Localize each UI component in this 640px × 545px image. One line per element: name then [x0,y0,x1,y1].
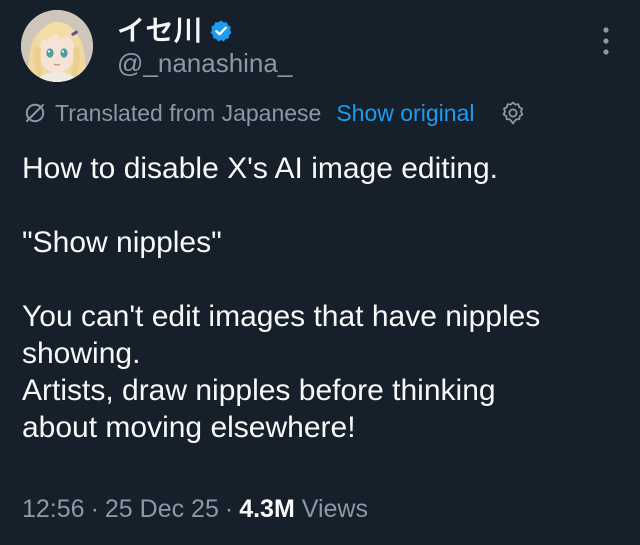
tweet-line: Artists, draw nipples before thinking ab… [22,374,496,444]
translate-icon [24,102,46,124]
verified-badge-icon [209,19,233,43]
views-label: Views [301,495,368,523]
author-handle[interactable]: @_nanashina_ [117,46,292,80]
tweet-card: イセ川 @_nanashina_ Translated from Japanes… [0,0,640,545]
tweet-line: "Show nipples" [22,226,222,259]
translation-bar: Translated from Japanese Show original [24,95,526,131]
translation-notice: Translated from Japanese [55,99,322,126]
tweet-time[interactable]: 12:56 [22,495,85,523]
avatar[interactable] [21,10,93,82]
tweet-date[interactable]: 25 Dec 25 [105,495,219,523]
tweet-text: How to disable X's AI image editing. "Sh… [22,150,622,446]
more-vertical-icon[interactable] [600,24,612,58]
author-name-row: イセ川 [117,14,233,48]
views-count: 4.3M [239,495,295,523]
separator: · [90,495,99,523]
separator: · [224,495,234,523]
show-original-link[interactable]: Show original [336,100,474,127]
tweet-line: You can't edit images that have nipples … [22,300,541,370]
avatar-image [21,10,93,82]
tweet-line: How to disable X's AI image editing. [22,152,498,185]
gear-icon[interactable] [500,100,526,126]
author-display-name[interactable]: イセ川 [117,14,203,48]
tweet-meta: 12:56 · 25 Dec 25 · 4.3M Views [22,492,368,526]
